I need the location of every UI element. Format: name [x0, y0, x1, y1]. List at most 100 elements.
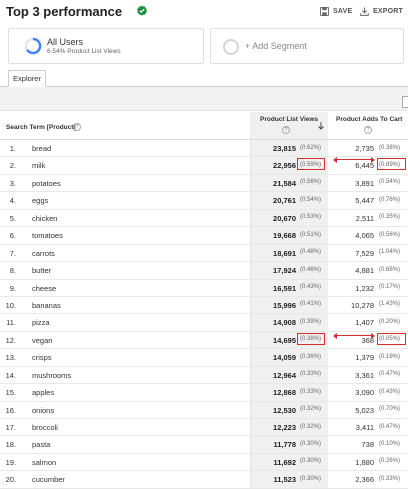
column-divider [250, 453, 251, 471]
table-header: Search Term [Product] ? Product List Vie… [0, 112, 408, 140]
search-term-link[interactable]: bread [32, 144, 51, 153]
tab-explorer[interactable]: Explorer [8, 70, 46, 87]
adds-to-cart-value: 3,891 [355, 178, 374, 188]
highlight-box [297, 333, 325, 345]
product-list-views-value: 12,964 [273, 370, 296, 380]
product-list-views-percent: (0.46%) [300, 266, 322, 273]
table-row[interactable]: 3. potatoes 21,584 (0.56%) 3,891 (0.54%) [0, 174, 408, 193]
add-segment-button[interactable]: + Add Segment [210, 28, 404, 64]
highlight-box [377, 158, 406, 170]
search-term-link[interactable]: bananas [32, 301, 61, 310]
search-term-link[interactable]: onions [32, 406, 54, 415]
table-row[interactable]: 1. bread 23,815 (0.62%) 2,735 (0.38%) [0, 140, 408, 158]
search-term-link[interactable]: apples [32, 388, 54, 397]
row-number: 6. [9, 231, 16, 241]
sort-descending-icon[interactable] [318, 122, 324, 130]
search-term-link[interactable]: crisps [32, 353, 52, 362]
dimension-header[interactable]: Search Term [Product] [6, 124, 76, 131]
verified-check-icon [137, 5, 147, 16]
search-term-link[interactable]: potatoes [32, 179, 61, 188]
help-icon[interactable]: ? [282, 126, 290, 134]
table-row[interactable]: 9. cheese 16,591 (0.43%) 1,232 (0.17%) [0, 279, 408, 297]
search-term-link[interactable]: cheese [32, 284, 56, 293]
search-term-link[interactable]: carrots [32, 249, 55, 258]
row-number: 3. [9, 178, 16, 188]
export-button[interactable]: EXPORT [360, 7, 403, 16]
table-row[interactable]: 11. pizza 14,908 (0.39%) 1,407 (0.20%) [0, 314, 408, 332]
table-row[interactable]: 10. bananas 15,996 (0.41%) 10,278 (1.43%) [0, 296, 408, 315]
metric-header-adds-to-cart[interactable]: Product Adds To Cart [336, 116, 402, 123]
adds-to-cart-percent: (0.47%) [379, 371, 401, 378]
table-row[interactable]: 7. carrots 18,691 (0.48%) 7,529 (1.04%) [0, 244, 408, 263]
table-row[interactable]: 6. tomatoes 19,668 (0.51%) 4,065 (0.56%) [0, 227, 408, 245]
search-term-link[interactable]: chicken [32, 214, 57, 223]
table-row[interactable]: 18. pasta 11,778 (0.30%) 738 (0.10%) [0, 436, 408, 454]
search-term-link[interactable]: milk [32, 161, 45, 170]
adds-to-cart-value: 2,511 [355, 213, 374, 223]
adds-to-cart-value: 5,023 [355, 405, 374, 415]
product-list-views-percent: (0.56%) [300, 179, 322, 186]
adds-to-cart-value: 5,447 [355, 196, 374, 206]
search-term-link[interactable]: cucumber [32, 475, 65, 484]
product-list-views-value: 23,815 [273, 144, 296, 153]
table-row[interactable]: 4. eggs 20,761 (0.54%) 5,447 (0.76%) [0, 192, 408, 210]
search-term-link[interactable]: eggs [32, 196, 48, 205]
column-divider [250, 157, 251, 174]
table-row[interactable]: 17. broccoli 12,223 (0.32%) 3,411 (0.47%) [0, 419, 408, 437]
adds-to-cart-percent: (1.04%) [379, 249, 401, 256]
adds-to-cart-value: 10,278 [351, 300, 374, 310]
adds-to-cart-value: 738 [361, 440, 374, 450]
table-row[interactable]: 8. butter 17,924 (0.46%) 4,881 (0.68%) [0, 262, 408, 280]
table-row[interactable]: 5. chicken 20,670 (0.53%) 2,511 (0.35%) [0, 209, 408, 228]
column-divider [250, 209, 251, 227]
product-list-views-value: 11,523 [273, 475, 296, 485]
product-list-views-value: 21,584 [273, 178, 296, 188]
adds-to-cart-percent: (0.68%) [379, 266, 401, 273]
adds-to-cart-percent: (0.17%) [379, 284, 401, 290]
search-term-link[interactable]: salmon [32, 458, 56, 467]
adds-to-cart-percent: (0.20%) [379, 318, 401, 325]
search-term-link[interactable]: mushrooms [32, 371, 71, 380]
product-list-views-value: 19,668 [273, 231, 296, 241]
table-row[interactable]: 16. onions 12,530 (0.32%) 5,023 (0.70%) [0, 401, 408, 419]
row-number: 18. [5, 440, 16, 450]
table-row[interactable]: 19. salmon 11,692 (0.30%) 1,880 (0.26%) [0, 453, 408, 472]
page-title: Top 3 performance [6, 4, 123, 19]
table-row[interactable]: 15. apples 12,868 (0.33%) 3,090 (0.43%) [0, 384, 408, 402]
product-list-views-percent: (0.39%) [300, 318, 322, 325]
product-list-views-value: 14,695 [273, 335, 296, 345]
column-divider [250, 244, 251, 262]
row-number: 12. [5, 335, 16, 345]
search-term-link[interactable]: butter [32, 266, 51, 275]
product-list-views-percent: (0.48%) [300, 249, 322, 256]
segment-all-users[interactable]: All Users 6.54% Product List Views [8, 28, 204, 64]
segment-name: All Users [47, 37, 84, 47]
search-term-link[interactable]: tomatoes [32, 231, 63, 240]
row-number: 1. [9, 144, 16, 153]
table-row[interactable]: 20. cucumber 11,523 (0.30%) 2,366 (0.33%) [0, 471, 408, 489]
adds-to-cart-percent: (0.33%) [379, 475, 401, 482]
table-row[interactable]: 14. mushrooms 12,964 (0.33%) 3,361 (0.47%) [0, 366, 408, 385]
column-divider [250, 314, 251, 331]
search-term-link[interactable]: vegan [32, 336, 52, 345]
product-list-views-percent: (0.30%) [300, 458, 322, 465]
row-number: 20. [5, 475, 16, 485]
help-icon[interactable]: ? [73, 123, 81, 131]
column-divider [250, 262, 251, 279]
highlight-box [297, 158, 325, 170]
save-icon [320, 7, 329, 16]
search-term-link[interactable]: broccoli [32, 423, 58, 432]
metric-header-product-list-views[interactable]: Product List Views [260, 116, 318, 123]
row-number: 4. [9, 196, 16, 206]
view-toggle-button[interactable] [402, 96, 408, 108]
save-button[interactable]: SAVE [320, 7, 352, 16]
row-number: 7. [9, 248, 16, 258]
product-list-views-percent: (0.36%) [300, 353, 322, 360]
table-row[interactable]: 13. crisps 14,059 (0.36%) 1,379 (0.19%) [0, 349, 408, 367]
help-icon[interactable]: ? [364, 126, 372, 134]
search-term-link[interactable]: pizza [32, 318, 50, 327]
highlight-box [377, 333, 406, 345]
search-term-link[interactable]: pasta [32, 440, 50, 449]
adds-to-cart-value: 1,407 [355, 318, 374, 328]
product-list-views-value: 12,530 [273, 405, 296, 415]
